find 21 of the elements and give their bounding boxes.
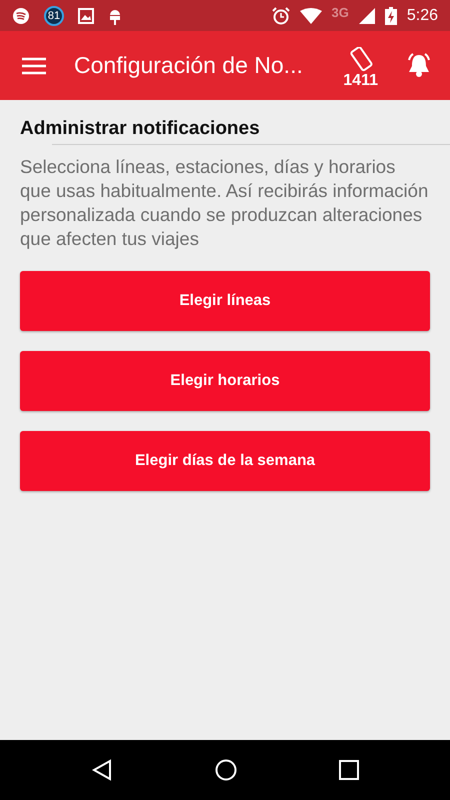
- option-button[interactable]: Elegir horarios: [20, 351, 430, 411]
- option-button[interactable]: Elegir líneas: [20, 271, 430, 331]
- signal-icon: [358, 8, 375, 24]
- back-icon[interactable]: [91, 759, 113, 781]
- phone-number: 1411: [343, 72, 378, 88]
- battery-icon: [384, 6, 397, 24]
- screen-title: Configuración de No...: [74, 52, 304, 79]
- badge-count: 81: [44, 6, 64, 26]
- description: Selecciona líneas, estaciones, días y horarios que usas habitualmente. Así recibirás información personalizada cuando se produzcan alteraciones que afecten tus viajes: [20, 155, 430, 251]
- alarm-icon: [272, 6, 290, 24]
- home-icon[interactable]: [215, 759, 237, 781]
- section-title: Administrar notificaciones: [20, 118, 261, 140]
- music-app-icon: [12, 6, 30, 24]
- clock: 5:26: [406, 6, 438, 24]
- phone-icon[interactable]: [348, 46, 374, 72]
- menu-icon[interactable]: [22, 56, 46, 74]
- image-icon: [78, 8, 94, 24]
- recents-icon[interactable]: [339, 760, 359, 780]
- option-button[interactable]: Elegir días de la semana: [20, 431, 430, 491]
- network-label: 3G: [332, 5, 349, 20]
- wifi-icon: [300, 8, 322, 24]
